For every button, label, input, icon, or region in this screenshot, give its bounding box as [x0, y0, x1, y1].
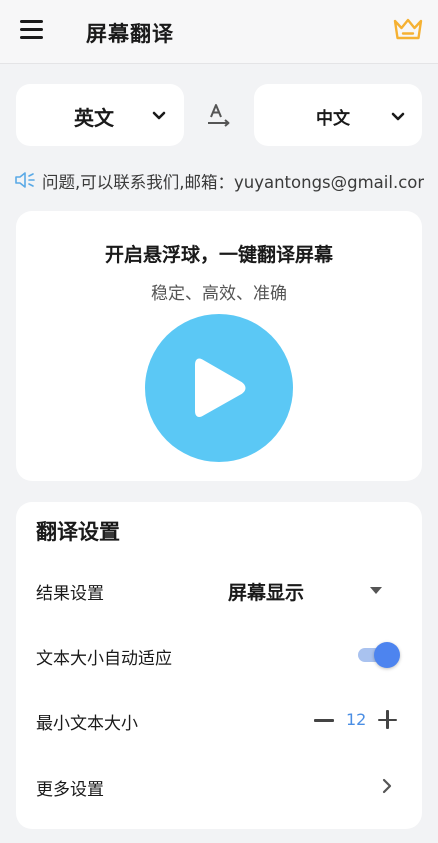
floating-ball-card: 开启悬浮球，一键翻译屏幕 稳定、高效、准确: [16, 211, 422, 481]
more-settings-label: 更多设置: [36, 780, 104, 800]
settings-title: 翻译设置: [36, 520, 120, 544]
source-language-select[interactable]: 英文: [16, 84, 184, 146]
toggle-knob: [374, 642, 400, 668]
app-bar: 屏幕翻译: [0, 0, 438, 64]
decrease-button[interactable]: [314, 709, 336, 731]
min-text-size-value: 12: [346, 710, 367, 729]
min-text-size-row: 最小文本大小 12: [16, 695, 422, 745]
floating-ball-title: 开启悬浮球，一键翻译屏幕: [104, 244, 333, 266]
page-title: 屏幕翻译: [86, 22, 174, 46]
autosize-label: 文本大小自动适应: [36, 649, 172, 669]
result-setting-row: 结果设置 屏幕显示: [16, 565, 422, 615]
chevron-down-icon: [152, 111, 166, 120]
translation-settings-card: 翻译设置 结果设置 屏幕显示 文本大小自动适应 最小文本大小 12 更多设置: [16, 502, 422, 829]
target-language-select[interactable]: 中文: [254, 84, 422, 146]
notice-bar: 问题,可以联系我们,邮箱：yuyantongs@gmail.com: [14, 168, 424, 194]
floating-ball-subtitle: 稳定、高效、准确: [151, 284, 287, 304]
speaker-icon: [15, 172, 35, 188]
start-floating-ball-button[interactable]: [145, 314, 293, 462]
increase-button[interactable]: [377, 709, 399, 731]
source-language-label: 英文: [74, 106, 114, 130]
dropdown-arrow-icon: [370, 587, 382, 594]
chevron-down-icon: [391, 112, 405, 121]
result-display-value: 屏幕显示: [228, 582, 305, 604]
min-text-size-label: 最小文本大小: [36, 714, 138, 734]
autosize-setting-row: 文本大小自动适应: [16, 630, 422, 680]
notice-text: 问题,可以联系我们,邮箱：yuyantongs@gmail.com: [42, 173, 424, 192]
more-settings-row[interactable]: 更多设置: [16, 761, 422, 811]
result-setting-label: 结果设置: [36, 584, 104, 604]
translate-swap-icon[interactable]: [206, 102, 232, 128]
autosize-toggle[interactable]: [358, 642, 400, 668]
crown-icon[interactable]: [392, 16, 424, 44]
result-display-select[interactable]: 屏幕显示: [228, 575, 388, 607]
play-icon: [195, 358, 246, 417]
target-language-label: 中文: [316, 109, 350, 129]
chevron-right-icon: [382, 778, 392, 794]
menu-icon[interactable]: [20, 20, 43, 40]
